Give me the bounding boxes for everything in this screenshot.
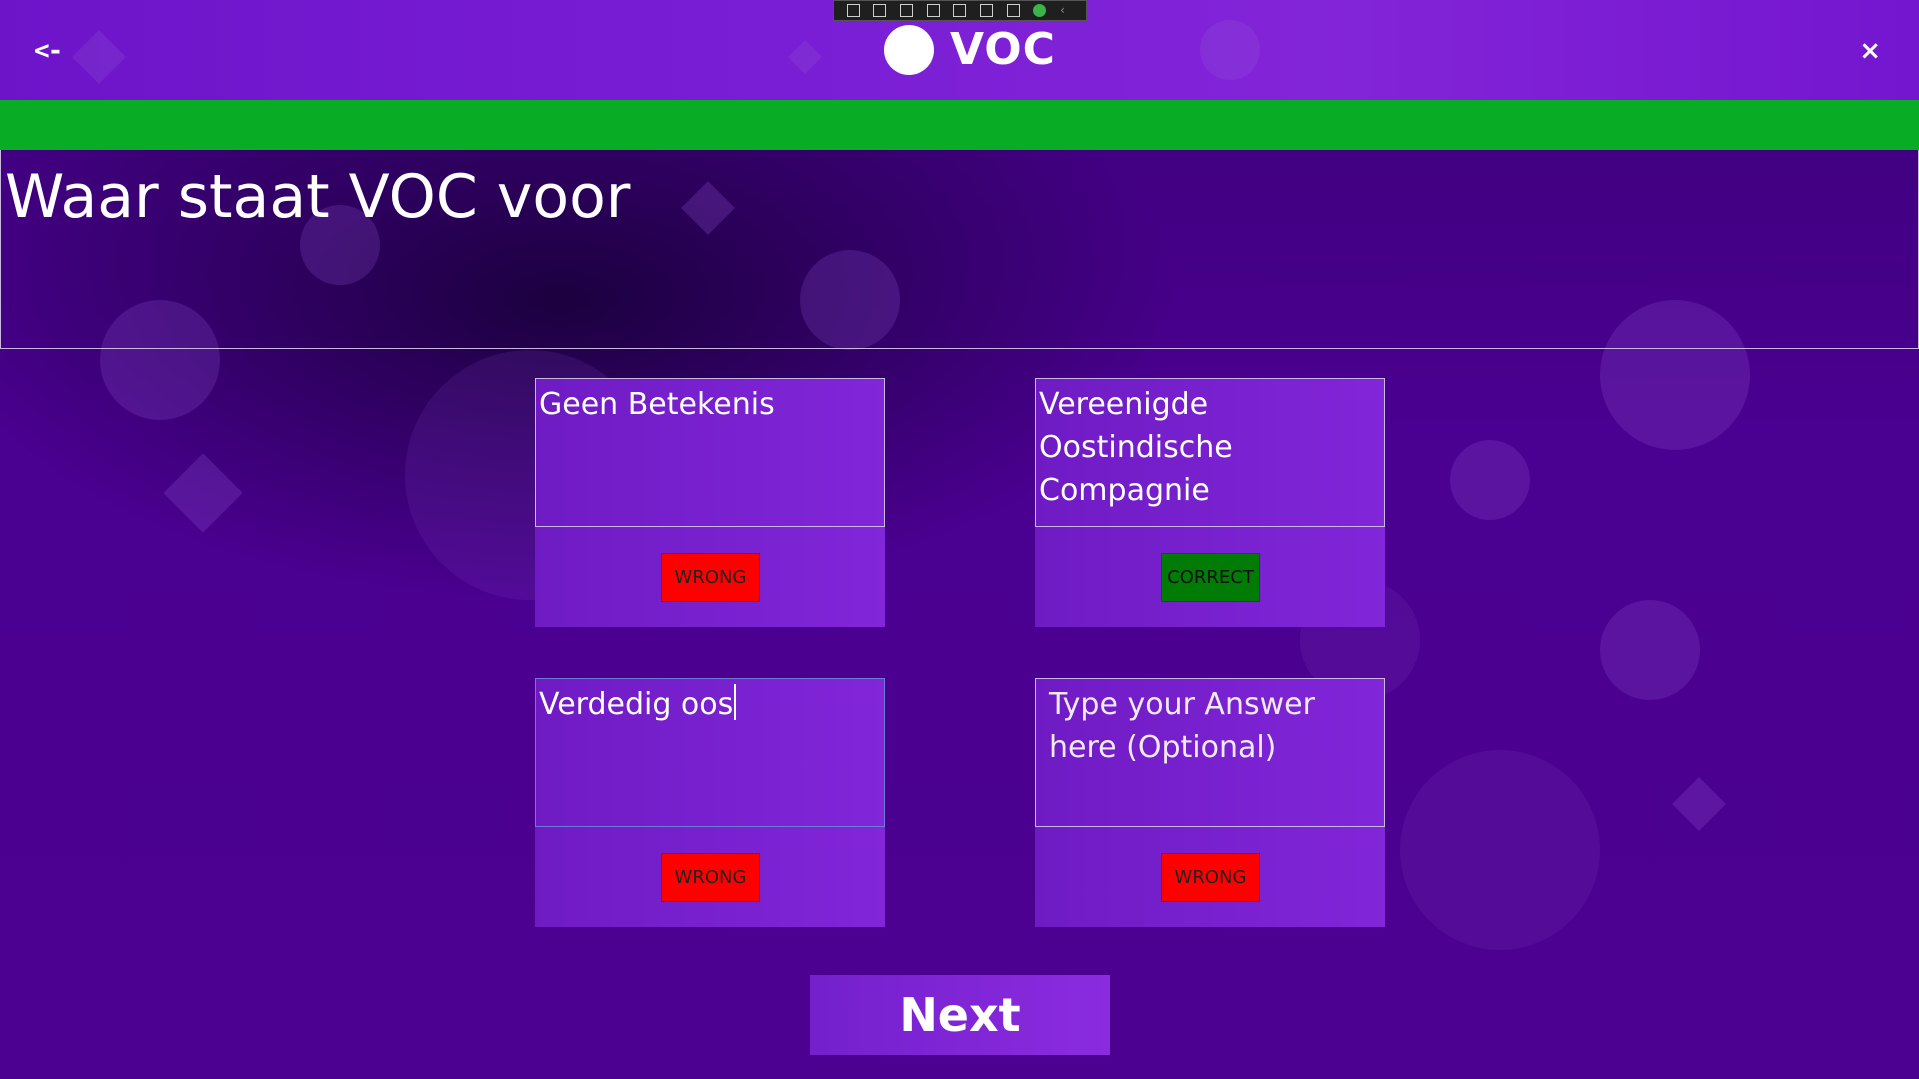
- answer-card: Vereenigde Oostindische Compagnie CORREC…: [1035, 378, 1385, 627]
- answer-status-button[interactable]: WRONG: [661, 553, 760, 602]
- answer-input[interactable]: Geen Betekenis: [535, 378, 885, 527]
- track-focus-icon[interactable]: [953, 4, 967, 17]
- question-text: Waar staat VOC voor: [5, 162, 631, 232]
- debug-toolbar: ‹: [833, 0, 1087, 21]
- question-box: Waar staat VOC voor: [0, 150, 1919, 349]
- decor-diamond: [163, 453, 243, 533]
- answer-card: Type your Answer here (Optional) WRONG: [1035, 678, 1385, 927]
- decor-diamond: [1672, 777, 1726, 831]
- accessibility-icon[interactable]: [1006, 4, 1020, 17]
- app-logo: [884, 25, 934, 75]
- checkmark-icon[interactable]: [1033, 4, 1047, 17]
- decor-circle: [1450, 440, 1530, 520]
- hot-reload-icon[interactable]: [980, 4, 994, 17]
- close-button[interactable]: ×: [1859, 36, 1881, 66]
- answer-input[interactable]: Type your Answer here (Optional): [1035, 678, 1385, 827]
- app-header: <- VOC × ‹: [0, 0, 1919, 100]
- answer-input-value: Verdedig oos: [539, 687, 734, 722]
- text-caret: [734, 684, 737, 720]
- select-element-icon[interactable]: [900, 4, 914, 17]
- decor-circle: [1200, 20, 1260, 80]
- live-visual-tree-icon[interactable]: [846, 4, 860, 17]
- decor-diamond: [788, 40, 822, 74]
- answer-status-button[interactable]: WRONG: [661, 853, 760, 902]
- answer-status-button[interactable]: WRONG: [1161, 853, 1260, 902]
- display-layout-adorners-icon[interactable]: [926, 4, 940, 17]
- decor-circle: [1400, 750, 1600, 950]
- answer-card: Verdedig oos WRONG: [535, 678, 885, 927]
- back-button[interactable]: <-: [34, 36, 63, 66]
- progress-bar: [0, 100, 1919, 150]
- app-title: VOC: [950, 24, 1056, 75]
- answer-input[interactable]: Verdedig oos: [535, 678, 885, 827]
- next-button[interactable]: Next: [810, 975, 1110, 1055]
- answer-input[interactable]: Vereenigde Oostindische Compagnie: [1035, 378, 1385, 527]
- record-icon[interactable]: [873, 4, 887, 17]
- collapse-chevron-icon[interactable]: ‹: [1060, 4, 1073, 17]
- decor-diamond: [72, 30, 126, 84]
- answer-card: Geen Betekenis WRONG: [535, 378, 885, 627]
- answer-status-button[interactable]: CORRECT: [1161, 553, 1260, 602]
- decor-circle: [1600, 600, 1700, 700]
